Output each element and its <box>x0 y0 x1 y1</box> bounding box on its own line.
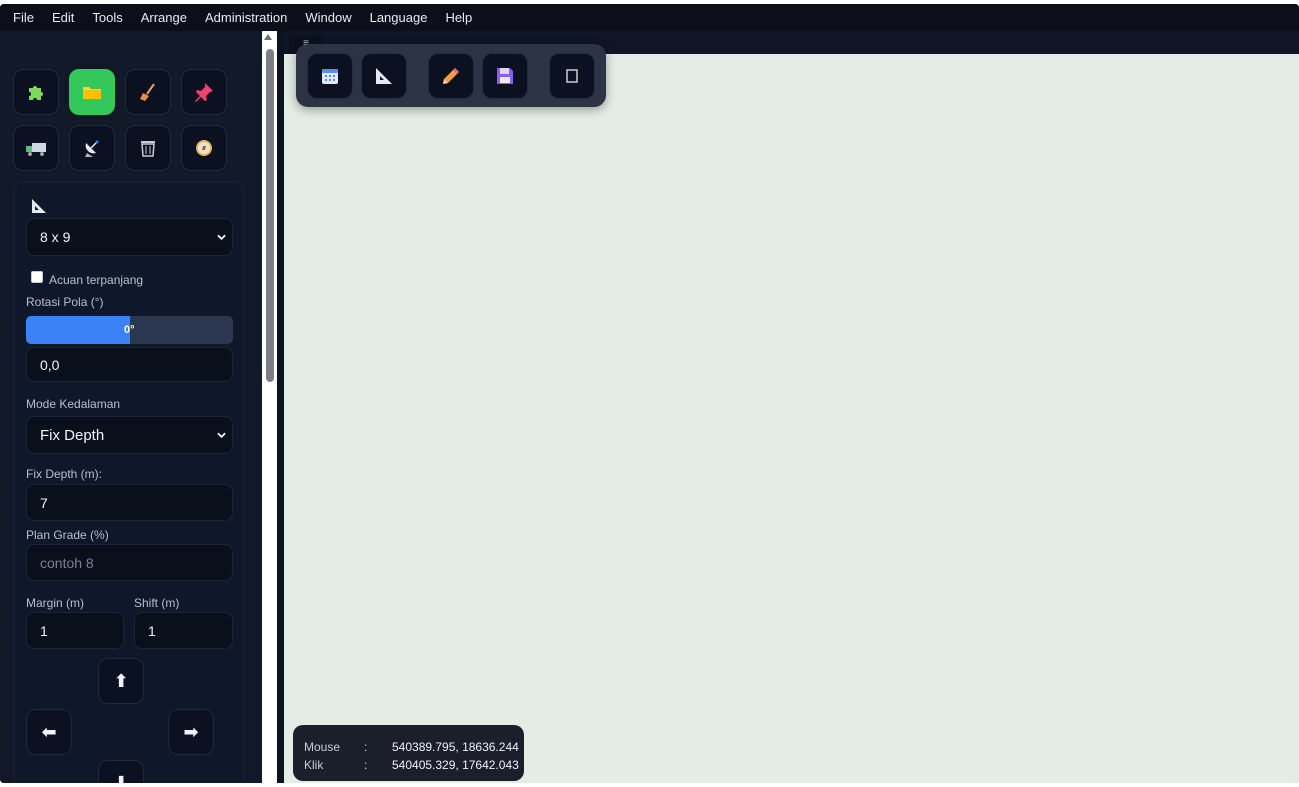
depth-mode-select[interactable]: Fix Depth <box>26 416 233 454</box>
fix-depth-value: 7 <box>40 494 48 511</box>
rotation-slider-value: 0° <box>124 324 135 336</box>
move-up-button[interactable]: ⬆ <box>98 658 144 704</box>
rotation-input[interactable]: 0,0 <box>26 347 233 382</box>
chevron-down-icon <box>217 234 226 241</box>
mouse-label: Mouse <box>304 740 341 754</box>
compass-icon <box>196 140 212 156</box>
clear-tool-button[interactable] <box>125 69 171 115</box>
pencil-icon <box>443 68 459 84</box>
save-button[interactable] <box>482 53 528 99</box>
click-label: Klik <box>304 758 324 772</box>
map-canvas[interactable] <box>284 54 1299 783</box>
pin-icon <box>195 83 213 102</box>
coordinates-readout: Mouse : 540389.795, 18636.244 Klik : 540… <box>293 725 524 781</box>
app-window: File Edit Tools Arrange Administration W… <box>0 4 1299 783</box>
draw-button[interactable] <box>428 53 474 99</box>
rotation-slider[interactable]: 0° <box>26 316 233 344</box>
open-folder-button[interactable] <box>69 69 115 115</box>
calendar-icon <box>322 69 338 84</box>
puzzle-icon <box>29 86 43 100</box>
save-icon <box>497 68 513 84</box>
calendar-button[interactable] <box>307 53 353 99</box>
menu-help[interactable]: Help <box>436 4 481 31</box>
arrow-down-icon: ⬇ <box>113 772 129 784</box>
rotation-input-value: 0,0 <box>40 356 60 373</box>
shift-input[interactable]: 1 <box>134 612 233 649</box>
click-value: 540405.329, 17642.043 <box>392 758 519 772</box>
move-right-button[interactable]: ➡ <box>168 709 214 755</box>
folder-icon <box>83 87 101 99</box>
plan-grade-placeholder: contoh 8 <box>40 554 94 571</box>
shift-label: Shift (m) <box>134 596 180 610</box>
fix-depth-label: Fix Depth (m): <box>26 467 103 481</box>
pattern-size-value: 8 x 9 <box>40 229 71 245</box>
depth-mode-label: Mode Kedalaman <box>26 397 121 411</box>
menu-language[interactable]: Language <box>361 4 437 31</box>
rotation-slider-fill <box>26 316 130 344</box>
click-coordinate-row: Klik : 540405.329, 17642.043 <box>304 756 519 774</box>
click-separator: : <box>364 758 368 772</box>
longest-reference-label: Acuan terpanjang <box>49 273 144 287</box>
menu-administration[interactable]: Administration <box>196 4 296 31</box>
satellite-dish-icon <box>85 140 99 157</box>
arrow-up-icon: ⬆ <box>113 670 129 691</box>
pattern-size-select[interactable]: 8 x 9 <box>26 218 233 256</box>
delete-tool-button[interactable] <box>125 125 171 171</box>
scrollbar-thumb[interactable] <box>266 49 274 382</box>
mouse-value: 540389.795, 18636.244 <box>392 740 519 754</box>
menu-tools[interactable]: Tools <box>83 4 131 31</box>
margin-input[interactable]: 1 <box>26 612 124 649</box>
arrow-right-icon: ➡ <box>183 721 199 742</box>
depth-mode-value: Fix Depth <box>40 426 105 444</box>
longest-reference-checkbox[interactable] <box>31 271 43 283</box>
menu-window[interactable]: Window <box>296 4 360 31</box>
margin-value: 1 <box>40 622 48 639</box>
menu-arrange[interactable]: Arrange <box>132 4 196 31</box>
mouse-coordinate-row: Mouse : 540389.795, 18636.244 <box>304 738 519 756</box>
plan-grade-label: Plan Grade (%) <box>26 528 109 542</box>
mouse-separator: : <box>364 740 368 754</box>
fix-depth-input[interactable]: 7 <box>26 484 233 521</box>
arrow-left-icon: ⬅ <box>41 721 57 742</box>
haul-tool-button[interactable] <box>13 125 59 171</box>
floating-toolbar <box>296 44 606 107</box>
truck-icon <box>26 143 46 156</box>
set-square-icon <box>376 68 392 84</box>
select-area-button[interactable] <box>549 53 595 99</box>
broom-icon <box>140 83 155 101</box>
rotation-label: Rotasi Pola (°) <box>26 295 104 309</box>
plan-grade-input[interactable]: contoh 8 <box>26 544 233 581</box>
trash-icon <box>141 141 155 157</box>
navigation-tool-button[interactable] <box>181 125 227 171</box>
pin-tool-button[interactable] <box>181 69 227 115</box>
plugin-tool-button[interactable] <box>13 69 59 115</box>
square-icon <box>566 69 578 83</box>
set-square-icon <box>32 199 46 213</box>
move-down-button[interactable]: ⬇ <box>98 760 144 783</box>
menubar: File Edit Tools Arrange Administration W… <box>0 4 1299 31</box>
margin-label: Margin (m) <box>26 596 85 610</box>
menu-edit[interactable]: Edit <box>43 4 83 31</box>
survey-tool-button[interactable] <box>69 125 115 171</box>
menu-file[interactable]: File <box>4 4 43 31</box>
shift-value: 1 <box>148 622 156 639</box>
measure-button[interactable] <box>361 53 407 99</box>
move-left-button[interactable]: ⬅ <box>26 709 72 755</box>
chevron-down-icon <box>217 432 226 439</box>
scroll-up-arrow-icon[interactable] <box>264 34 272 40</box>
sidebar: 8 x 9 Acuan terpanjang Rotasi Pola (°) 0… <box>0 31 262 783</box>
